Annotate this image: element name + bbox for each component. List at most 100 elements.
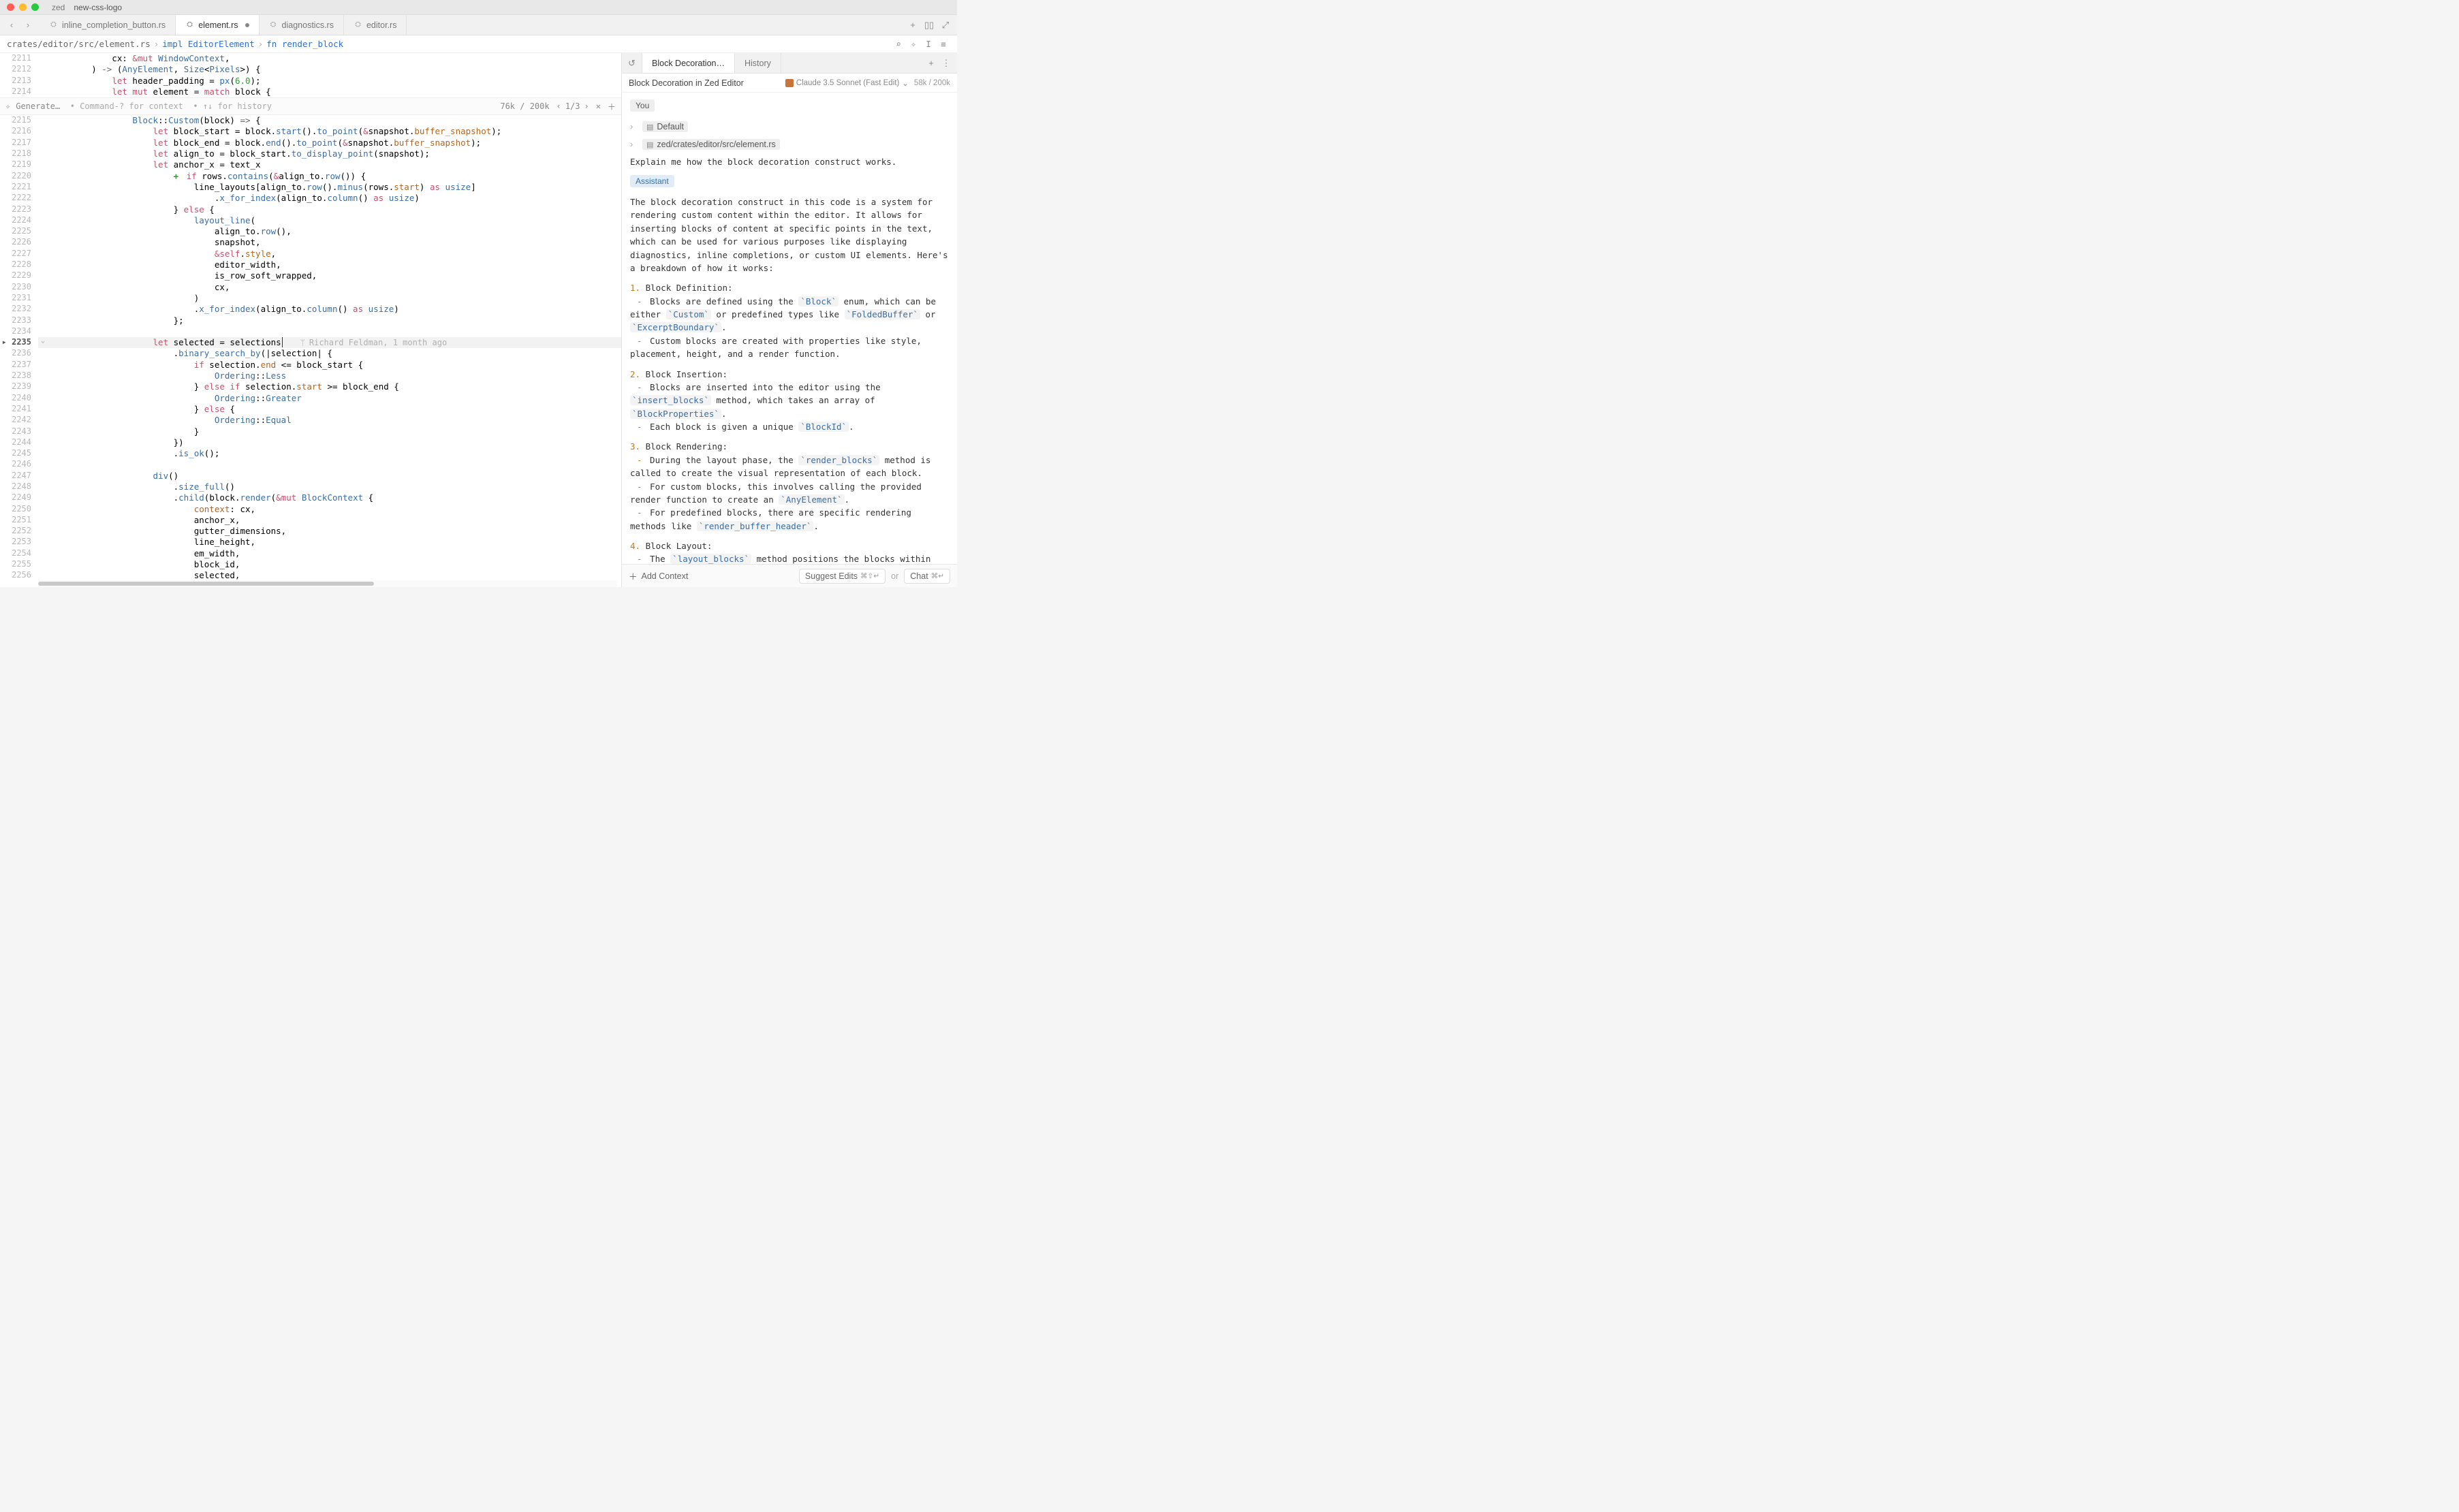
editor-tab[interactable]: ⛭diagnostics.rs [260,15,344,35]
zoom-pane-button[interactable]: ⤢ [938,20,953,31]
ai-assist-icon[interactable]: ✧ [907,39,920,49]
gutter-glyph[interactable] [38,270,48,281]
code-area-top[interactable]: 2211 cx: &mut WindowContext,2212 ) -> (A… [0,53,621,97]
git-blame[interactable]: ᛘRichard Feldman, 1 month ago [300,338,448,347]
code-line[interactable]: if selection.end <= block_start { [48,360,621,371]
minimize-window-button[interactable] [19,3,27,11]
horizontal-scrollbar-thumb[interactable] [38,582,374,586]
code-line[interactable]: anchor_x, [48,515,621,526]
code-line[interactable]: } [48,426,621,437]
gutter-glyph[interactable] [38,537,48,548]
gutter-glyph[interactable] [38,159,48,170]
assistant-context-row[interactable]: ›▤zed/crates/editor/src/element.rs [630,139,949,150]
gutter-glyph[interactable] [38,404,48,415]
assistant-history-icon[interactable]: ↺ [622,53,642,73]
gutter-glyph[interactable] [38,293,48,304]
inline-close-button[interactable]: ✕ [596,101,601,111]
code-line[interactable] [48,326,621,337]
zoom-window-button[interactable] [31,3,39,11]
gutter-glyph[interactable] [38,415,48,426]
gutter-glyph[interactable] [38,315,48,326]
code-area[interactable]: 2215 Block::Custom(block) => {2216 let b… [0,115,621,581]
cursor-icon[interactable]: I [922,39,935,49]
code-line[interactable]: let header_padding = px(6.0); [48,76,621,86]
gutter-glyph[interactable] [38,326,48,337]
gutter-glyph[interactable] [38,115,48,126]
code-line[interactable]: em_width, [48,548,621,559]
code-line[interactable]: line_layouts[align_to.row().minus(rows.s… [48,182,621,193]
code-line[interactable]: gutter_dimensions, [48,526,621,537]
gutter-glyph[interactable] [38,526,48,537]
gutter-glyph[interactable] [38,204,48,215]
gutter-glyph[interactable] [38,148,48,159]
code-line[interactable]: .binary_search_by(|selection| { [48,348,621,359]
suggest-edits-button[interactable]: Suggest Edits ⌘⇧↵ [799,569,886,584]
code-line[interactable]: let mut element = match block { [48,86,621,97]
code-line[interactable]: .child(block.render(&mut BlockContext { [48,492,621,503]
code-line[interactable]: Ordering::Greater [48,393,621,404]
gutter-glyph[interactable] [38,515,48,526]
breadcrumb-file[interactable]: crates/editor/src/element.rs [7,39,151,49]
gutter-glyph[interactable] [38,381,48,392]
code-line[interactable]: editor_width, [48,259,621,270]
assistant-tab-history[interactable]: History [735,53,781,73]
code-line[interactable]: .x_for_index(align_to.column() as usize) [48,304,621,315]
gutter-glyph[interactable] [38,193,48,204]
gutter-glyph[interactable] [38,448,48,459]
magic-wand-icon[interactable]: ✧ [5,101,10,111]
search-icon[interactable]: ⌕ [892,39,905,49]
settings-icon[interactable]: ≡ [937,39,950,49]
gutter-glyph[interactable] [38,249,48,259]
code-line[interactable]: context: cx, [48,504,621,515]
gutter-glyph[interactable] [38,215,48,226]
close-window-button[interactable] [7,3,14,11]
gutter-glyph[interactable] [38,459,48,470]
gutter-glyph[interactable] [38,471,48,482]
code-line[interactable]: }; [48,315,621,326]
code-line[interactable]: Ordering::Less [48,371,621,381]
breadcrumb-fn-sym[interactable]: render_block [282,39,343,49]
code-line[interactable]: align_to.row(), [48,226,621,237]
code-line[interactable]: let block_end = block.end().to_point(&sn… [48,138,621,148]
code-line[interactable]: is_row_soft_wrapped, [48,270,621,281]
gutter-glyph[interactable] [38,548,48,559]
code-line[interactable]: &self.style, [48,249,621,259]
nav-back-button[interactable]: ‹ [5,20,18,30]
code-line[interactable]: layout_line( [48,215,621,226]
code-line[interactable]: line_height, [48,537,621,548]
assistant-tab-conversation[interactable]: Block Decoration… [642,53,735,73]
code-line[interactable]: + if rows.contains(&align_to.row()) { [48,171,621,182]
code-line[interactable]: let block_start = block.start().to_point… [48,126,621,137]
assistant-context-row[interactable]: ›▤Default [630,121,949,132]
inline-prev-button[interactable]: ‹ [557,101,561,111]
gutter-glyph[interactable] [38,504,48,515]
code-line[interactable]: div() [48,471,621,482]
code-line[interactable]: let align_to = block_start.to_display_po… [48,148,621,159]
gutter-glyph[interactable] [38,437,48,448]
code-line[interactable]: } else { [48,204,621,215]
editor-tab[interactable]: ⛭inline_completion_button.rs [40,15,176,35]
code-line[interactable] [48,459,621,470]
gutter-glyph[interactable] [38,492,48,503]
gutter-glyph[interactable] [38,237,48,248]
code-line[interactable]: } else if selection.start >= block_end { [48,381,621,392]
code-line[interactable]: } else { [48,404,621,415]
code-line[interactable]: Block::Custom(block) => { [48,115,621,126]
split-pane-button[interactable]: ▯▯ [922,20,937,31]
assistant-model-picker[interactable]: Claude 3.5 Sonnet (Fast Edit) ⌄ [785,78,909,88]
gutter-glyph[interactable]: ⌄ [38,337,48,348]
code-line[interactable]: snapshot, [48,237,621,248]
gutter-glyph[interactable] [38,482,48,492]
gutter-glyph[interactable] [38,126,48,137]
code-line[interactable]: let anchor_x = text_x [48,159,621,170]
gutter-glyph[interactable] [38,171,48,182]
gutter-glyph[interactable] [38,426,48,437]
project-name[interactable]: new-css-logo [74,3,122,12]
assistant-conversation-title[interactable]: Block Decoration in Zed Editor [629,78,744,88]
gutter-glyph[interactable] [38,259,48,270]
gutter-glyph[interactable] [38,360,48,371]
assistant-new-button[interactable]: + [924,58,938,68]
code-line[interactable]: cx, [48,282,621,293]
nav-forward-button[interactable]: › [22,20,34,30]
code-line[interactable]: .size_full() [48,482,621,492]
